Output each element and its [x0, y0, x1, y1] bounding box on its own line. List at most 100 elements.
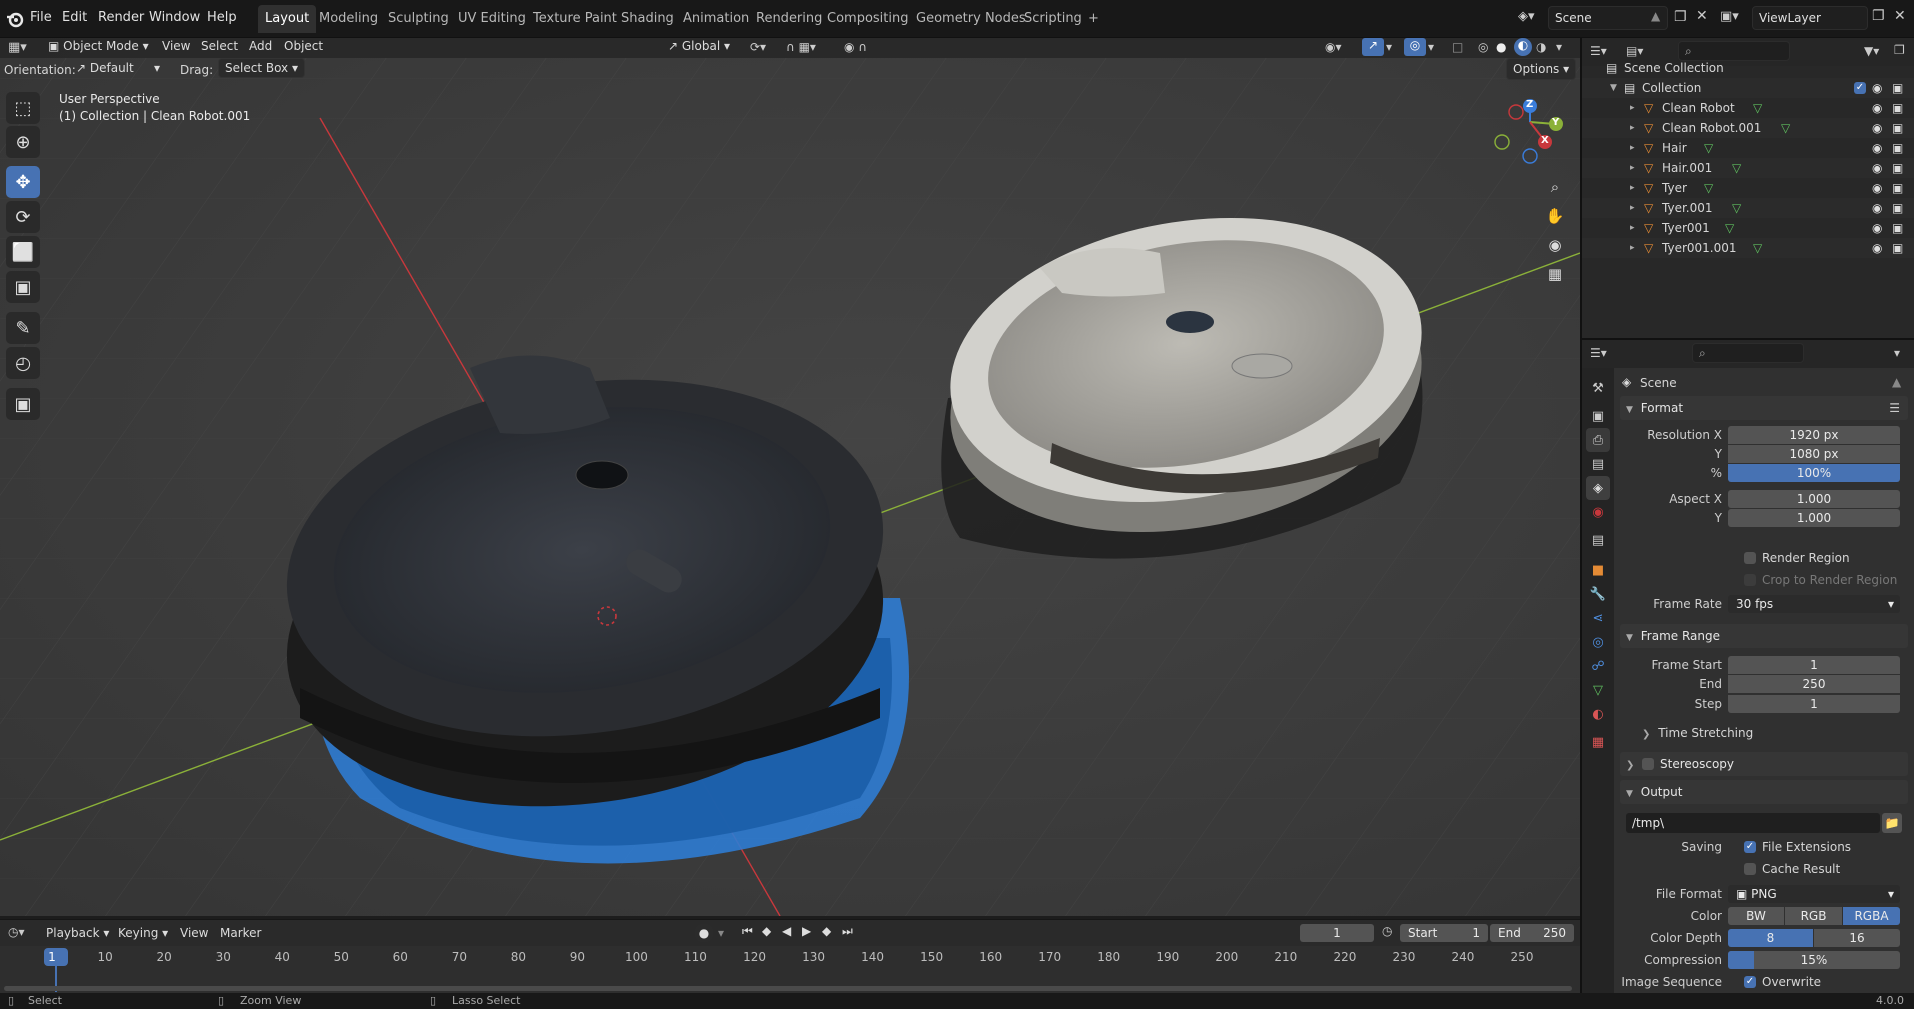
frame-rate-dropdown[interactable]: 30 fps ▾ — [1728, 595, 1900, 613]
rendered-shading-icon[interactable]: ◑ — [1536, 40, 1546, 54]
drag-selector[interactable]: Select Box ▾ — [218, 58, 305, 78]
tab-texture-paint[interactable]: Texture Paint — [526, 5, 624, 33]
jump-start-icon[interactable]: ⏮ — [742, 924, 753, 939]
camera-icon[interactable]: ▣ — [1892, 138, 1903, 158]
modifier-tab-icon[interactable]: 🔧 — [1586, 582, 1610, 606]
expand-arrow-icon[interactable]: ▸ — [1630, 238, 1635, 258]
view-layer-field[interactable]: ViewLayer — [1752, 6, 1868, 30]
output-tab-icon[interactable]: ⎙ — [1586, 428, 1610, 452]
filter-icon[interactable]: ▼▾ — [1864, 44, 1879, 58]
eye-icon[interactable]: ◉ — [1872, 138, 1882, 158]
data-tab-icon[interactable]: ▽ — [1586, 678, 1610, 702]
view-layer-icon[interactable]: ▣▾ — [1720, 9, 1739, 24]
tab-shading[interactable]: Shading — [614, 5, 681, 33]
editor-type-icon[interactable]: ▦▾ — [8, 40, 27, 55]
overwrite-checkbox[interactable]: ✓ — [1744, 976, 1756, 988]
add-workspace-button[interactable]: + — [1081, 5, 1106, 33]
wireframe-shading-icon[interactable]: ◎ — [1478, 40, 1488, 54]
menu-window[interactable]: Window — [149, 10, 200, 25]
timeline-scrollbar[interactable] — [4, 986, 1572, 991]
scene-selector-icon[interactable]: ◈▾ — [1518, 9, 1546, 29]
resolution-y-field[interactable]: 1080 px — [1728, 445, 1900, 463]
texture-tab-icon[interactable]: ▦ — [1586, 730, 1610, 754]
new-scene-icon[interactable]: ❐ — [1674, 9, 1687, 25]
crop-region-checkbox[interactable] — [1744, 574, 1756, 586]
render-tab-icon[interactable]: ▣ — [1586, 404, 1610, 428]
collection-exclude-checkbox[interactable]: ✓ — [1854, 82, 1866, 94]
camera-icon[interactable]: ▣ — [1892, 158, 1903, 178]
snap-icon[interactable]: ∩ ▦▾ — [786, 40, 816, 54]
camera-view-icon[interactable]: ◉ — [1542, 232, 1568, 258]
tab-uv-editing[interactable]: UV Editing — [451, 5, 533, 33]
tab-compositing[interactable]: Compositing — [820, 5, 916, 33]
expand-arrow-icon[interactable]: ▸ — [1630, 158, 1635, 178]
end-frame-field[interactable]: End 250 — [1490, 924, 1574, 942]
next-keyframe-icon[interactable]: ◆ — [822, 924, 831, 938]
menu-render[interactable]: Render — [98, 10, 144, 25]
scene-tab-icon[interactable]: ◈ — [1586, 476, 1610, 500]
outliner-item[interactable]: ▸ ▽ ▽ ◉ ▣ Clean Robot — [1582, 98, 1914, 118]
stopwatch-icon[interactable]: ◷ — [1382, 924, 1392, 938]
orientation-selector[interactable]: ↗ Default ▾ — [70, 58, 166, 78]
chevron-down-icon[interactable]: ▾ — [1428, 40, 1434, 54]
tool-tab-icon[interactable]: ⚒ — [1586, 376, 1610, 400]
output-path-input[interactable]: /tmp\ — [1626, 813, 1880, 833]
format-panel-header[interactable]: ▼ Format ☰ — [1620, 396, 1908, 420]
camera-icon[interactable]: ▣ — [1892, 238, 1903, 258]
stereoscopy-panel-header[interactable]: ❯ Stereoscopy — [1620, 752, 1908, 776]
scene-field[interactable]: Scene — [1548, 6, 1668, 30]
outliner-item[interactable]: ▸ ▽ ▽ ◉ ▣ Tyer.001 — [1582, 198, 1914, 218]
delete-view-layer-icon[interactable]: ✕ — [1894, 8, 1906, 24]
blender-logo-icon[interactable] — [6, 10, 24, 28]
eye-icon[interactable]: ◉ — [1872, 218, 1882, 238]
tab-scripting[interactable]: Scripting — [1017, 5, 1089, 33]
prev-keyframe-icon[interactable]: ◆ — [762, 924, 771, 938]
menu-add[interactable]: Add — [243, 36, 278, 56]
world-tab-icon[interactable]: ◉ — [1586, 500, 1610, 524]
pan-hand-icon[interactable]: ✋ — [1542, 203, 1568, 229]
eye-icon[interactable]: ◉ — [1872, 158, 1882, 178]
play-reverse-icon[interactable]: ◀ — [782, 924, 791, 938]
object-tab-icon[interactable]: ■ — [1586, 558, 1610, 582]
frame-range-panel-header[interactable]: ▼ Frame Range — [1620, 624, 1908, 648]
tab-geometry-nodes[interactable]: Geometry Nodes — [909, 5, 1033, 33]
chevron-down-icon[interactable]: ▾ — [718, 926, 724, 940]
xray-toggle-icon[interactable]: □ — [1452, 40, 1463, 54]
start-frame-field[interactable]: Start 1 — [1400, 924, 1488, 942]
eye-icon[interactable]: ◉ — [1872, 198, 1882, 218]
tab-layout[interactable]: Layout — [258, 5, 317, 33]
frame-step-field[interactable]: 1 — [1728, 695, 1900, 713]
timeline-ruler[interactable]: 1 10 20 30 40 50 60 70 80 90 100 110 120 130 140 150 160… — [0, 946, 1580, 994]
menu-help[interactable]: Help — [207, 10, 237, 25]
timeline-view-menu[interactable]: View — [174, 921, 214, 945]
expand-arrow-icon[interactable]: ▸ — [1630, 178, 1635, 198]
transform-orientation-selector[interactable]: ↗ Global ▾ — [662, 36, 736, 56]
scale-tool[interactable]: ⬜ — [6, 236, 40, 268]
expand-arrow-icon[interactable]: ▸ — [1630, 98, 1635, 118]
options-button[interactable]: Options ▾ — [1506, 58, 1577, 80]
pivot-icon[interactable]: ⟳▾ — [750, 40, 766, 54]
display-mode-icon[interactable]: ▤▾ — [1626, 44, 1643, 58]
menu-select[interactable]: Select — [195, 36, 244, 56]
material-tab-icon[interactable]: ◐ — [1586, 702, 1610, 726]
color-bw-option[interactable]: BW — [1728, 907, 1784, 925]
color-rgb-option[interactable]: RGB — [1785, 907, 1842, 925]
playback-menu[interactable]: Playback ▾ — [40, 921, 115, 945]
outliner-item[interactable]: ▸ ▽ ▽ ◉ ▣ Hair.001 — [1582, 158, 1914, 178]
solid-shading-icon[interactable]: ● — [1496, 40, 1506, 54]
eye-icon[interactable]: ◉ — [1872, 118, 1882, 138]
outliner-collection[interactable]: ▼ ▤ Collection ✓ ◉ ▣ — [1582, 78, 1914, 98]
new-collection-icon[interactable]: ❐ — [1894, 43, 1905, 57]
menu-file[interactable]: File — [30, 10, 52, 25]
chevron-down-icon[interactable]: ▾ — [1894, 346, 1900, 360]
camera-icon[interactable]: ▣ — [1892, 98, 1903, 118]
properties-search-input[interactable]: ⌕ — [1692, 343, 1804, 363]
chevron-down-icon[interactable]: ▾ — [1556, 40, 1562, 54]
tab-sculpting[interactable]: Sculpting — [381, 5, 456, 33]
resolution-x-field[interactable]: 1920 px — [1728, 426, 1900, 444]
zoom-icon[interactable]: ⌕ — [1542, 174, 1568, 200]
cache-result-checkbox[interactable] — [1744, 863, 1756, 875]
transform-tool[interactable]: ▣ — [6, 271, 40, 303]
color-depth-16-option[interactable]: 16 — [1814, 929, 1900, 947]
particles-tab-icon[interactable]: ⋖ — [1586, 606, 1610, 630]
